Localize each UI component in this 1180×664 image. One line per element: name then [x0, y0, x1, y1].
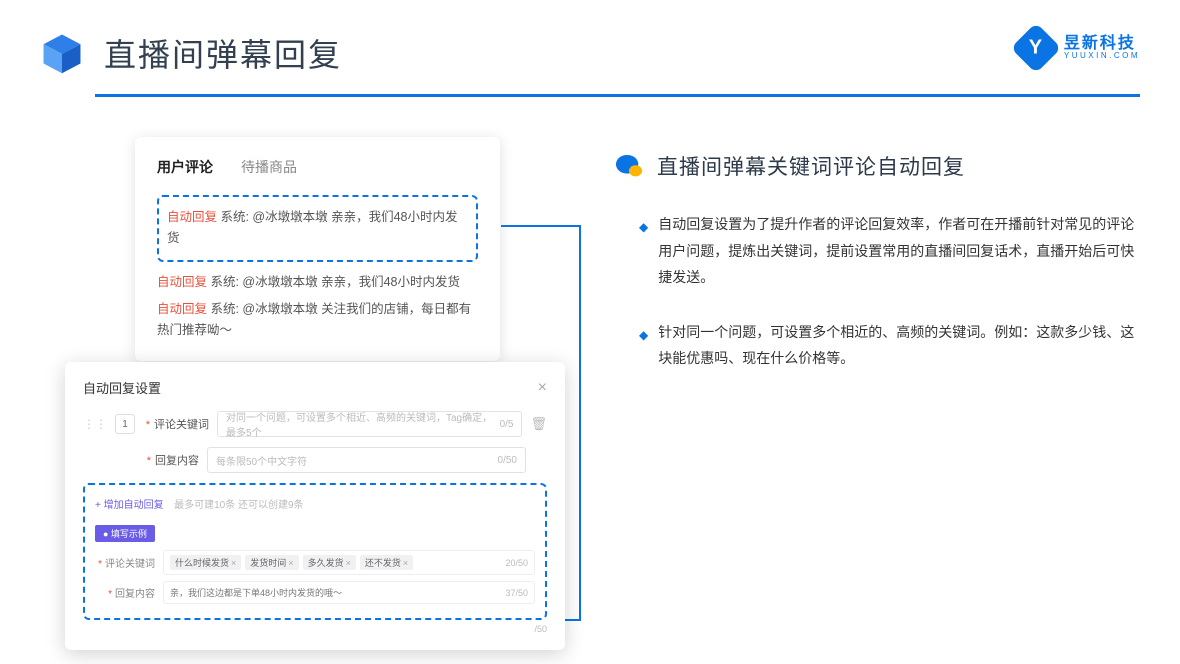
brand-icon: Y	[1010, 23, 1061, 74]
example-section: + 增加自动回复 最多可建10条 还可以创建9条 ● 填写示例 *评论关键词 什…	[83, 483, 547, 620]
bullet-text: 针对同一个问题，可设置多个相近的、高频的关键词。例如：这款多少钱、这块能优惠吗、…	[658, 319, 1140, 372]
tab-user-comments[interactable]: 用户评论	[157, 157, 213, 177]
example-badge: ● 填写示例	[95, 525, 155, 542]
comment-text: 系统: @冰墩墩本墩 亲亲，我们48小时内发货	[207, 275, 460, 289]
auto-reply-settings-panel: 自动回复设置 × ⋮⋮ 1 *评论关键词 对同一个问题，可设置多个相近、高频的关…	[65, 362, 565, 650]
section-title: 直播间弹幕关键词评论自动回复	[657, 151, 965, 181]
close-icon[interactable]: ×	[538, 379, 547, 397]
tag: 发货时间×	[245, 555, 298, 570]
reply-input[interactable]: 每条限50个中文字符 0/50	[207, 447, 526, 473]
auto-reply-tag: 自动回复	[157, 275, 207, 289]
example-reply-input[interactable]: 亲，我们这边都是下单48小时内发货的哦～ 37/50	[163, 581, 535, 604]
diamond-bullet-icon: ◆	[639, 324, 648, 372]
highlighted-comment: 自动回复 系统: @冰墩墩本墩 亲亲，我们48小时内发货	[157, 195, 478, 262]
tag: 多久发货×	[303, 555, 356, 570]
keyword-label: *评论关键词	[143, 416, 209, 432]
brand-name-cn: 昱新科技	[1064, 35, 1140, 53]
brand-name-en: YUUXIN.COM	[1064, 52, 1140, 61]
chat-bubble-icon	[615, 154, 643, 178]
brand-logo: Y 昱新科技 YUUXIN.COM	[1018, 30, 1140, 66]
keyword-input[interactable]: 对同一个问题，可设置多个相近、高频的关键词，Tag确定，最多5个 0/5	[217, 411, 522, 437]
auto-reply-tag: 自动回复	[157, 302, 207, 316]
drag-handle-icon[interactable]: ⋮⋮	[83, 417, 107, 431]
bottom-count: /50	[534, 624, 547, 634]
example-keyword-label: *评论关键词	[95, 555, 155, 570]
diamond-bullet-icon: ◆	[639, 216, 648, 291]
example-reply-label: *回复内容	[95, 585, 155, 600]
bullet-text: 自动回复设置为了提升作者的评论回复效率，作者可在开播前针对常见的评论用户问题，提…	[658, 211, 1140, 291]
tag: 还不发货×	[360, 555, 413, 570]
page-title: 直播间弹幕回复	[104, 30, 342, 76]
cube-icon	[40, 31, 84, 75]
item-number: 1	[115, 414, 135, 434]
tab-pending-products[interactable]: 待播商品	[241, 157, 297, 177]
delete-icon[interactable]: 🗑	[530, 416, 547, 432]
comments-panel: 用户评论 待播商品 自动回复 系统: @冰墩墩本墩 亲亲，我们48小时内发货 自…	[135, 137, 500, 361]
add-hint: 最多可建10条 还可以创建9条	[174, 500, 303, 511]
tag: 什么时候发货×	[170, 555, 241, 570]
auto-reply-tag: 自动回复	[167, 210, 217, 224]
add-auto-reply-link[interactable]: + 增加自动回复	[95, 500, 164, 511]
settings-title: 自动回复设置	[83, 378, 161, 397]
reply-label: *回复内容	[133, 452, 199, 468]
example-keyword-input[interactable]: 什么时候发货× 发货时间× 多久发货× 还不发货× 20/50	[163, 550, 535, 575]
